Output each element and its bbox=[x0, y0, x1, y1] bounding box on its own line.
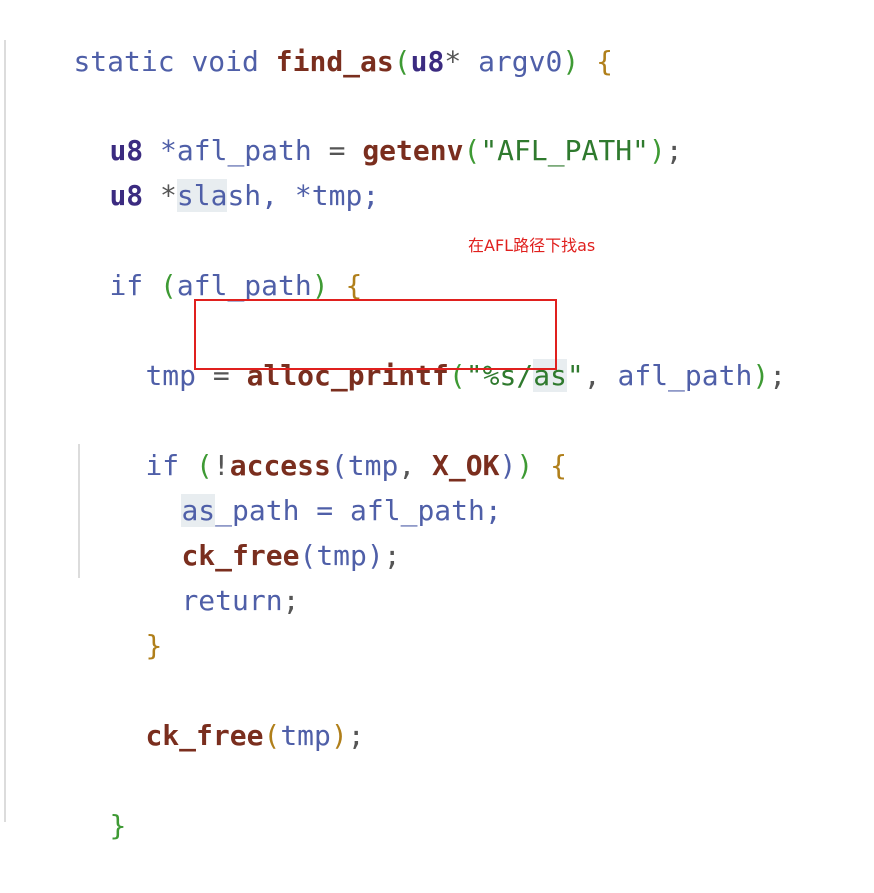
semicolon: ; bbox=[347, 719, 365, 752]
indent-guide-function bbox=[4, 40, 6, 822]
comma: , bbox=[583, 359, 601, 392]
type-name: u8 bbox=[109, 179, 144, 212]
variable: afl_path bbox=[176, 269, 312, 302]
paren-open: ( bbox=[393, 45, 411, 78]
code-line-3[interactable]: u8 *slash, *tmp; bbox=[42, 128, 379, 212]
variable-declaration: sh, *tmp; bbox=[227, 179, 380, 212]
code-line-4[interactable]: if (afl_path) { bbox=[42, 218, 362, 302]
argument: tmp bbox=[280, 719, 331, 752]
paren-close: ) bbox=[516, 449, 534, 482]
paren-open: ( bbox=[463, 134, 481, 167]
semicolon: ; bbox=[769, 359, 787, 392]
paren-close: ) bbox=[311, 269, 329, 302]
brace-open: { bbox=[596, 45, 613, 78]
keyword-return: return bbox=[181, 584, 283, 617]
code-line-10[interactable]: } bbox=[78, 578, 162, 662]
paren-close: ) bbox=[330, 719, 348, 752]
paren-close: ) bbox=[562, 45, 580, 78]
paren-open: ( bbox=[263, 719, 281, 752]
brace-open: { bbox=[345, 269, 363, 302]
string-literal-end: " bbox=[566, 359, 584, 392]
pointer-star: * bbox=[444, 45, 462, 78]
paren-close: ) bbox=[752, 359, 770, 392]
semicolon: ; bbox=[665, 134, 683, 167]
brace-close: } bbox=[145, 629, 163, 662]
paren-close: ) bbox=[366, 539, 384, 572]
keyword-void: void bbox=[191, 45, 259, 78]
string-literal: "AFL_PATH" bbox=[480, 134, 649, 167]
code-line-7[interactable]: as_path = afl_path; bbox=[114, 443, 502, 527]
paren-open: ( bbox=[160, 269, 177, 302]
semicolon: ; bbox=[282, 584, 300, 617]
code-line-6[interactable]: if (!access(tmp, X_OK)) { bbox=[78, 398, 566, 482]
brace-open: { bbox=[550, 449, 567, 482]
argument: tmp bbox=[316, 539, 367, 572]
annotation-highlight-box bbox=[194, 299, 557, 370]
code-view: static void find_as(u8* argv0) { u8 *afl… bbox=[0, 0, 874, 842]
argument: afl_path bbox=[617, 359, 753, 392]
code-line-9[interactable]: return; bbox=[114, 533, 299, 617]
keyword-static: static bbox=[73, 45, 175, 78]
keyword-if: if bbox=[109, 269, 144, 302]
function-name: find_as bbox=[275, 45, 394, 78]
code-line-8[interactable]: ck_free(tmp); bbox=[114, 488, 400, 572]
function-call: ck_free bbox=[145, 719, 264, 752]
code-line-12[interactable]: } bbox=[42, 758, 126, 842]
pointer-star: * bbox=[160, 179, 177, 212]
highlighted-text: sla bbox=[176, 179, 228, 212]
paren-close: ) bbox=[648, 134, 666, 167]
code-line-2[interactable]: u8 *afl_path = getenv("AFL_PATH"); bbox=[42, 83, 682, 167]
parameter-name: argv0 bbox=[478, 45, 563, 78]
paren-open: ( bbox=[299, 539, 317, 572]
type-name: u8 bbox=[410, 45, 445, 78]
annotation-note: 在AFL路径下找as bbox=[468, 236, 596, 255]
code-line-11[interactable]: ck_free(tmp); bbox=[78, 668, 364, 752]
variable: tmp bbox=[145, 359, 197, 392]
brace-close: } bbox=[109, 809, 127, 842]
semicolon: ; bbox=[383, 539, 401, 572]
paren-close-inner: ) bbox=[499, 449, 517, 482]
code-line-1[interactable]: static void find_as(u8* argv0) { bbox=[6, 0, 613, 78]
